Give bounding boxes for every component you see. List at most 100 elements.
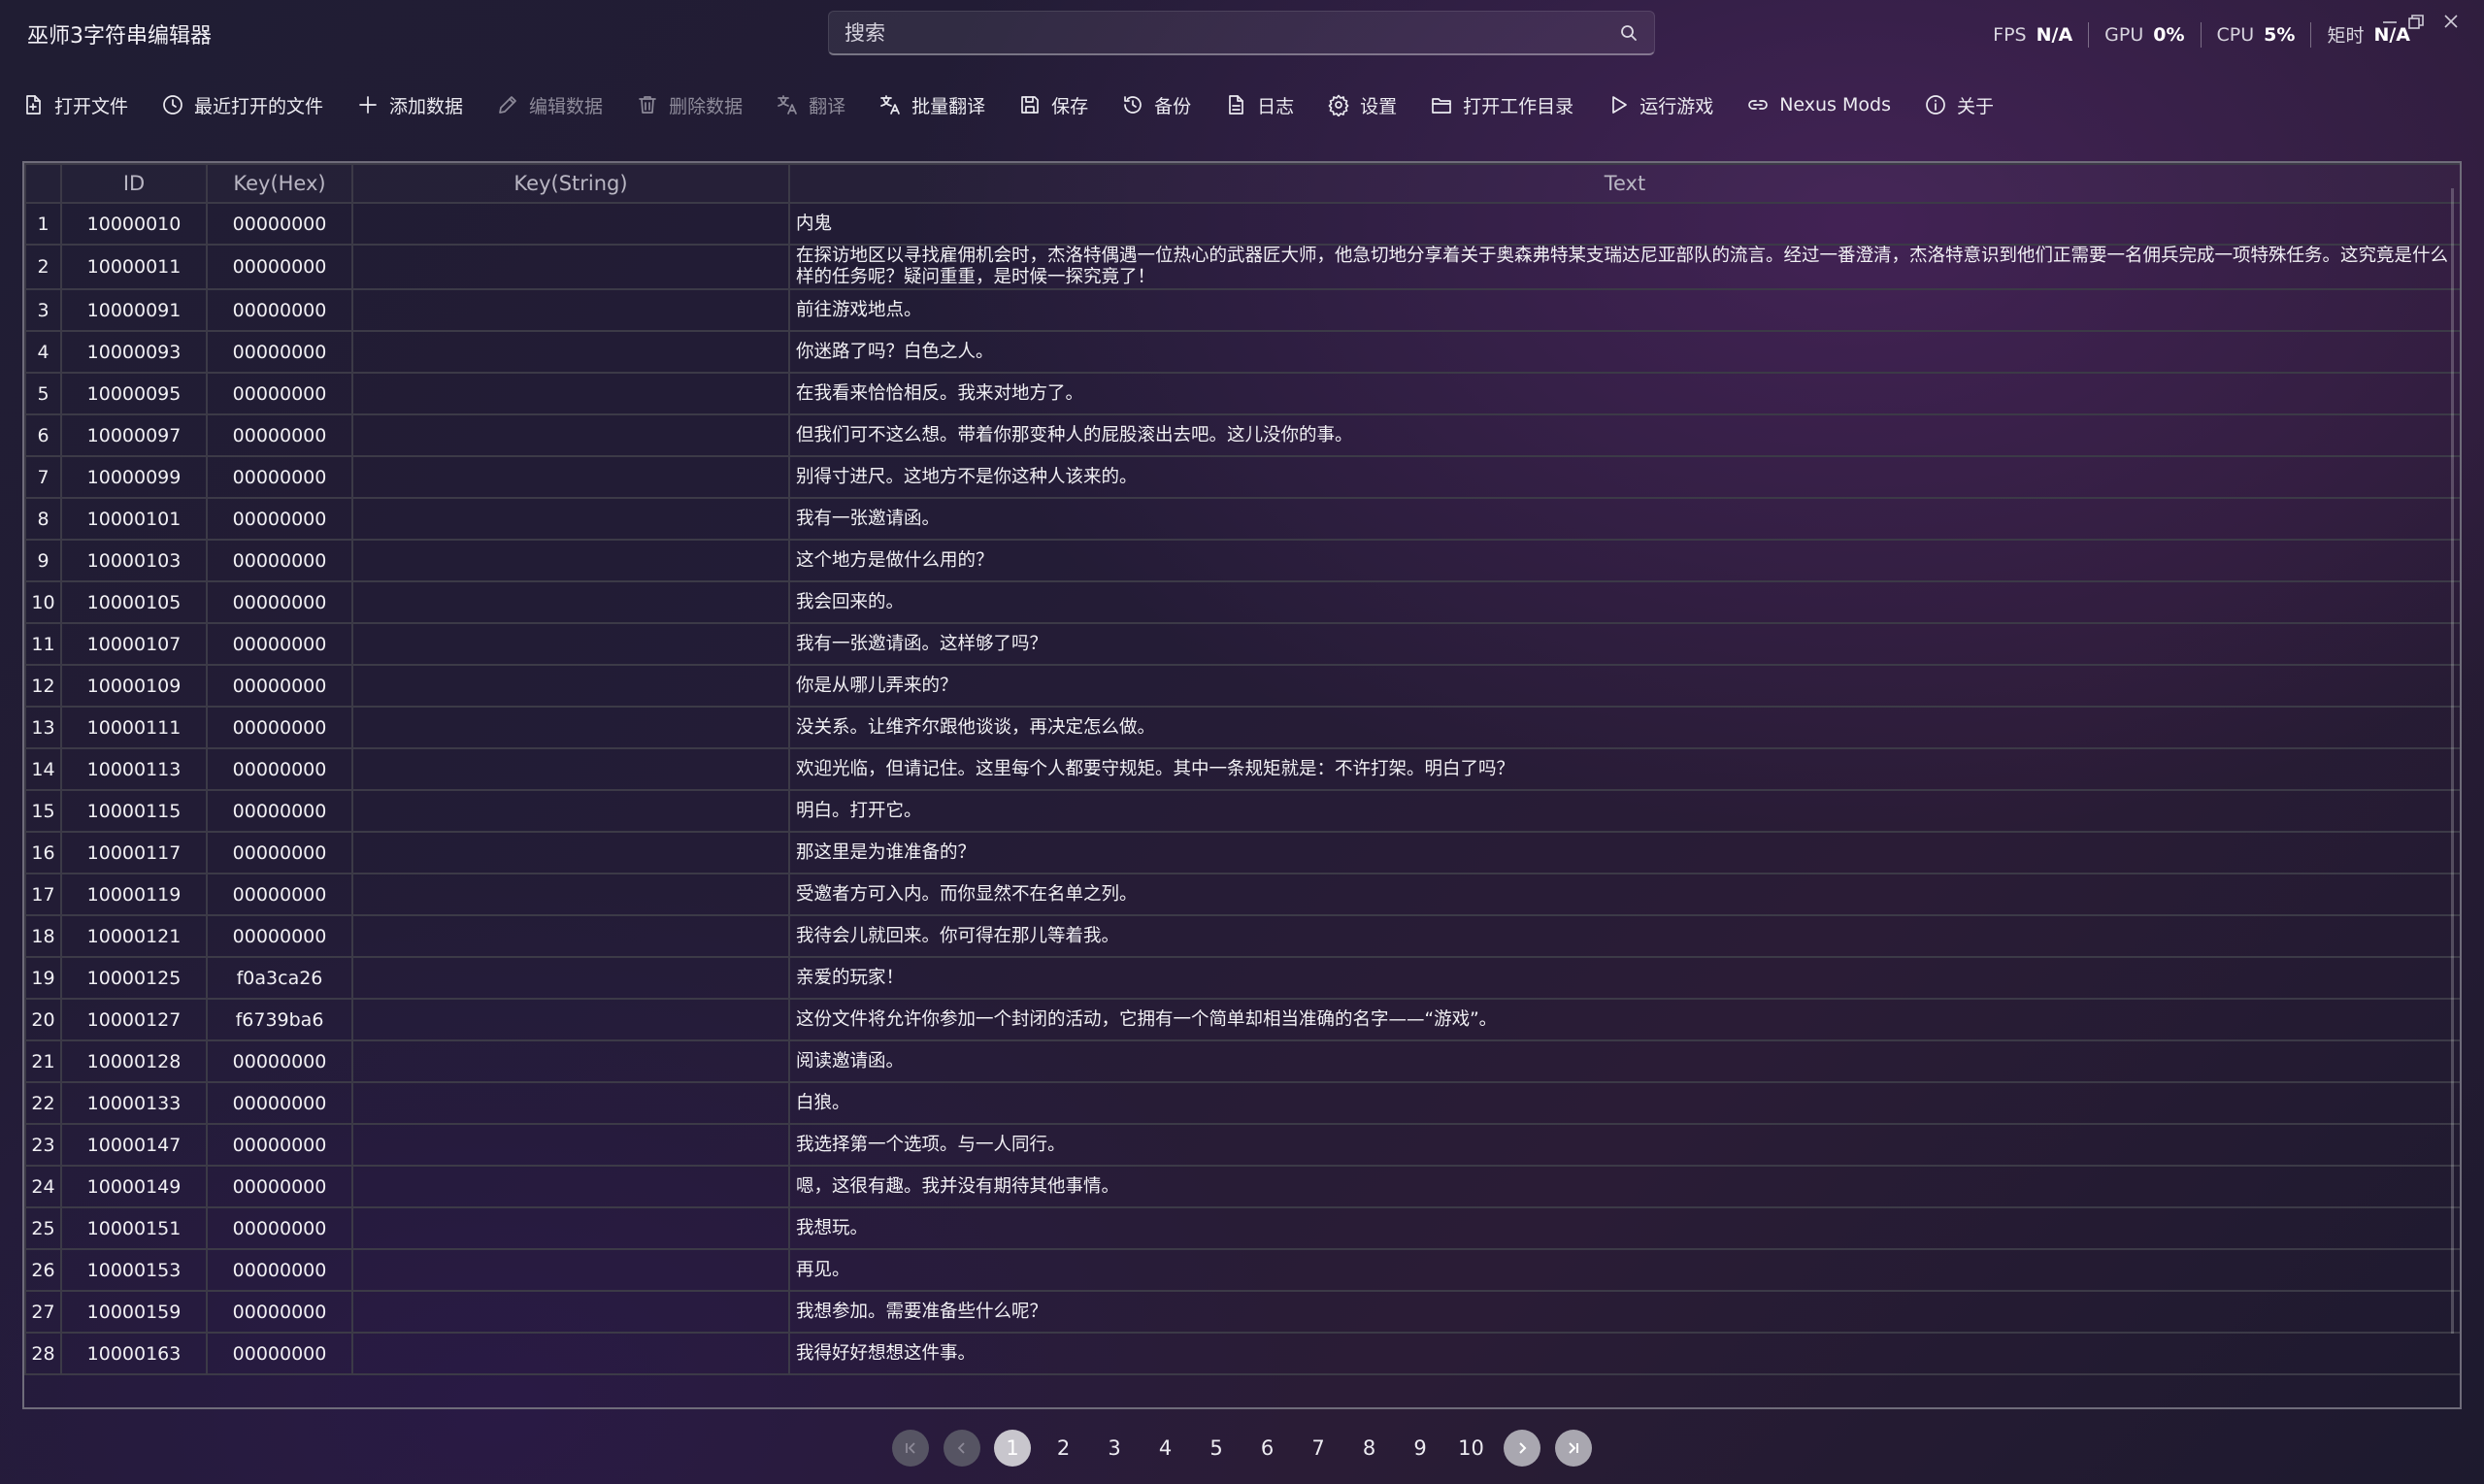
next-page-button[interactable] — [1504, 1430, 1540, 1467]
table-row[interactable]: 11 10000107 00000000 我有一张邀请函。这样够了吗？ — [24, 622, 2460, 666]
save-button[interactable]: 保存 — [1018, 83, 1088, 126]
table-row[interactable]: 14 10000113 00000000 欢迎光临，但请记住。这里每个人都要守规矩。其… — [24, 747, 2460, 791]
row-number-cell[interactable]: 7 — [24, 455, 62, 499]
text-cell[interactable]: 在我看来恰恰相反。我来对地方了。 — [788, 372, 2460, 415]
key-string-cell[interactable] — [351, 914, 790, 958]
nexus-mods-button[interactable]: Nexus Mods — [1746, 83, 1891, 126]
row-number-cell[interactable]: 28 — [24, 1332, 62, 1375]
key-hex-cell[interactable]: 00000000 — [206, 1206, 353, 1250]
key-string-cell[interactable] — [351, 455, 790, 499]
header-key-hex[interactable]: Key(Hex) — [206, 163, 353, 204]
close-icon[interactable] — [2441, 12, 2461, 31]
id-cell[interactable]: 10000121 — [60, 914, 208, 958]
key-hex-cell[interactable]: 00000000 — [206, 664, 353, 708]
edit-data-button[interactable]: 编辑数据 — [496, 83, 603, 126]
id-cell[interactable]: 10000105 — [60, 580, 208, 624]
text-cell[interactable]: 嗯，这很有趣。我并没有期待其他事情。 — [788, 1165, 2460, 1208]
page-button-8[interactable]: 8 — [1351, 1430, 1388, 1467]
page-button-10[interactable]: 10 — [1453, 1430, 1490, 1467]
row-number-cell[interactable]: 23 — [24, 1123, 62, 1167]
row-number-cell[interactable]: 8 — [24, 497, 62, 541]
id-cell[interactable]: 10000119 — [60, 873, 208, 916]
text-cell[interactable]: 你是从哪儿弄来的？ — [788, 664, 2460, 708]
first-page-button[interactable] — [892, 1430, 929, 1467]
id-cell[interactable]: 10000153 — [60, 1248, 208, 1292]
header-id[interactable]: ID — [60, 163, 208, 204]
vertical-scrollbar[interactable] — [2451, 188, 2454, 1334]
id-cell[interactable]: 10000097 — [60, 413, 208, 457]
key-string-cell[interactable] — [351, 1123, 790, 1167]
log-button[interactable]: 日志 — [1224, 83, 1294, 126]
text-cell[interactable]: 但我们可不这么想。带着你那变种人的屁股滚出去吧。这儿没你的事。 — [788, 413, 2460, 457]
key-string-cell[interactable] — [351, 706, 790, 749]
key-hex-cell[interactable]: 00000000 — [206, 372, 353, 415]
table-row[interactable]: 18 10000121 00000000 我待会儿就回来。你可得在那儿等着我。 — [24, 914, 2460, 958]
id-cell[interactable]: 10000159 — [60, 1290, 208, 1334]
row-number-cell[interactable]: 19 — [24, 956, 62, 1000]
text-cell[interactable]: 没关系。让维齐尔跟他谈谈，再决定怎么做。 — [788, 706, 2460, 749]
text-cell[interactable]: 前往游戏地点。 — [788, 288, 2460, 332]
row-number-cell[interactable]: 3 — [24, 288, 62, 332]
page-button-4[interactable]: 4 — [1147, 1430, 1184, 1467]
id-cell[interactable]: 10000115 — [60, 789, 208, 833]
row-number-cell[interactable]: 21 — [24, 1039, 62, 1083]
key-hex-cell[interactable]: 00000000 — [206, 914, 353, 958]
table-row[interactable]: 20 10000127 f6739ba6 这份文件将允许你参加一个封闭的活动，它拥有一… — [24, 998, 2460, 1041]
key-string-cell[interactable] — [351, 497, 790, 541]
text-cell[interactable]: 别得寸进尺。这地方不是你这种人该来的。 — [788, 455, 2460, 499]
key-hex-cell[interactable]: 00000000 — [206, 1081, 353, 1125]
prev-page-button[interactable] — [943, 1430, 980, 1467]
table-row[interactable]: 13 10000111 00000000 没关系。让维齐尔跟他谈谈，再决定怎么做。 — [24, 706, 2460, 749]
key-string-cell[interactable] — [351, 202, 790, 246]
table-row[interactable]: 27 10000159 00000000 我想参加。需要准备些什么呢？ — [24, 1290, 2460, 1334]
id-cell[interactable]: 10000107 — [60, 622, 208, 666]
key-string-cell[interactable] — [351, 1165, 790, 1208]
text-cell[interactable]: 我得好好想想这件事。 — [788, 1332, 2460, 1375]
minimize-icon[interactable] — [2380, 13, 2400, 32]
row-number-cell[interactable]: 18 — [24, 914, 62, 958]
open-file-button[interactable]: 打开文件 — [21, 83, 128, 126]
page-button-1[interactable]: 1 — [994, 1430, 1031, 1467]
key-hex-cell[interactable]: 00000000 — [206, 1123, 353, 1167]
key-string-cell[interactable] — [351, 1081, 790, 1125]
key-hex-cell[interactable]: 00000000 — [206, 622, 353, 666]
table-row[interactable]: 22 10000133 00000000 白狼。 — [24, 1081, 2460, 1125]
id-cell[interactable]: 10000147 — [60, 1123, 208, 1167]
row-number-cell[interactable]: 9 — [24, 539, 62, 582]
text-cell[interactable]: 这份文件将允许你参加一个封闭的活动，它拥有一个简单却相当准确的名字——“游戏”。 — [788, 998, 2460, 1041]
table-row[interactable]: 3 10000091 00000000 前往游戏地点。 — [24, 288, 2460, 332]
key-hex-cell[interactable]: 00000000 — [206, 539, 353, 582]
key-string-cell[interactable] — [351, 873, 790, 916]
key-string-cell[interactable] — [351, 664, 790, 708]
row-number-cell[interactable]: 5 — [24, 372, 62, 415]
id-cell[interactable]: 10000151 — [60, 1206, 208, 1250]
table-row[interactable]: 10 10000105 00000000 我会回来的。 — [24, 580, 2460, 624]
text-cell[interactable]: 我会回来的。 — [788, 580, 2460, 624]
last-page-button[interactable] — [1554, 1430, 1592, 1467]
search-icon[interactable] — [1619, 23, 1639, 43]
key-string-cell[interactable] — [351, 998, 790, 1041]
key-hex-cell[interactable]: 00000000 — [206, 1165, 353, 1208]
table-row[interactable]: 5 10000095 00000000 在我看来恰恰相反。我来对地方了。 — [24, 372, 2460, 415]
key-hex-cell[interactable]: 00000000 — [206, 831, 353, 874]
recent-files-button[interactable]: 最近打开的文件 — [161, 83, 323, 126]
id-cell[interactable]: 10000095 — [60, 372, 208, 415]
id-cell[interactable]: 10000011 — [60, 244, 208, 290]
text-cell[interactable]: 那这里是为谁准备的？ — [788, 831, 2460, 874]
key-string-cell[interactable] — [351, 789, 790, 833]
table-row[interactable]: 16 10000117 00000000 那这里是为谁准备的？ — [24, 831, 2460, 874]
header-text[interactable]: Text — [788, 163, 2460, 204]
key-hex-cell[interactable]: 00000000 — [206, 455, 353, 499]
id-cell[interactable]: 10000163 — [60, 1332, 208, 1375]
page-button-5[interactable]: 5 — [1198, 1430, 1235, 1467]
key-hex-cell[interactable]: 00000000 — [206, 202, 353, 246]
table-row[interactable]: 4 10000093 00000000 你迷路了吗？白色之人。 — [24, 330, 2460, 374]
row-number-cell[interactable]: 11 — [24, 622, 62, 666]
key-hex-cell[interactable]: 00000000 — [206, 1332, 353, 1375]
id-cell[interactable]: 10000111 — [60, 706, 208, 749]
text-cell[interactable]: 我选择第一个选项。与一人同行。 — [788, 1123, 2460, 1167]
batch-translate-button[interactable]: 批量翻译 — [878, 83, 985, 126]
text-cell[interactable]: 再见。 — [788, 1248, 2460, 1292]
table-row[interactable]: 8 10000101 00000000 我有一张邀请函。 — [24, 497, 2460, 541]
key-string-cell[interactable] — [351, 580, 790, 624]
